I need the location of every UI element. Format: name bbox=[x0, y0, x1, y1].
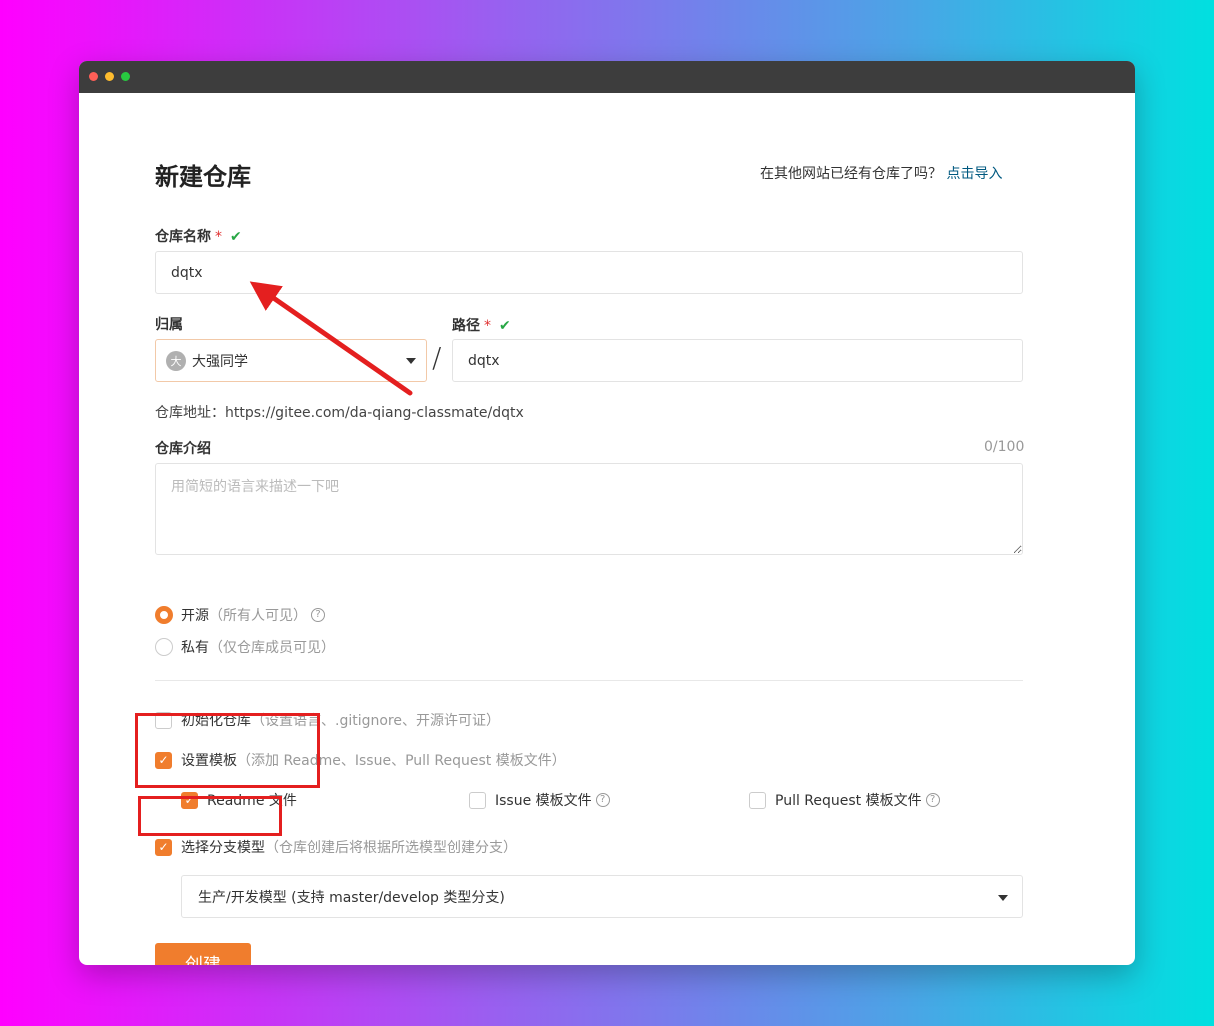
path-label: 路径 * ✔ bbox=[452, 315, 511, 335]
path-label-text: 路径 bbox=[452, 318, 480, 334]
branch-model-checkbox[interactable]: ✓ bbox=[155, 838, 172, 856]
public-label: 开源 bbox=[181, 608, 209, 624]
new-repo-form: 新建仓库 在其他网站已经有仓库了吗？ 点击导入 仓库名称*✔ 归属 大 大强同学… bbox=[79, 93, 1135, 965]
chevron-down-icon bbox=[406, 358, 416, 364]
required-mark: * bbox=[484, 318, 491, 334]
browser-window: 新建仓库 在其他网站已经有仓库了吗？ 点击导入 仓库名称*✔ 归属 大 大强同学… bbox=[79, 61, 1135, 965]
repo-name-label: 仓库名称 * ✔ bbox=[155, 226, 242, 246]
import-prompt-text: 在其他网站已经有仓库了吗？ bbox=[760, 166, 942, 182]
pr-template-checkbox[interactable] bbox=[749, 791, 766, 809]
import-prompt: 在其他网站已经有仓库了吗？ 点击导入 bbox=[760, 163, 1002, 183]
pr-template-option[interactable]: Pull Request 模板文件 ? bbox=[749, 790, 940, 810]
create-button[interactable]: 创建 bbox=[155, 943, 251, 965]
valid-check-icon: ✔ bbox=[499, 318, 511, 334]
annotation-highlight-box bbox=[138, 796, 282, 836]
description-counter: 0/100 bbox=[984, 439, 1025, 455]
branch-model-selected: 生产/开发模型 (支持 master/develop 类型分支) bbox=[198, 889, 505, 906]
private-note: （仅仓库成员可见） bbox=[209, 640, 335, 656]
owner-name: 大强同学 bbox=[192, 353, 248, 370]
annotation-highlight-box bbox=[135, 713, 320, 788]
branch-model-note: （仓库创建后将根据所选模型创建分支） bbox=[265, 840, 517, 856]
import-link[interactable]: 点击导入 bbox=[946, 166, 1002, 182]
private-radio[interactable] bbox=[155, 638, 173, 656]
issue-template-checkbox[interactable] bbox=[469, 791, 486, 809]
close-window-icon[interactable] bbox=[89, 72, 98, 81]
visibility-private-option[interactable]: 私有 （仅仓库成员可见） bbox=[155, 637, 335, 657]
path-separator: / bbox=[432, 341, 442, 374]
minimize-window-icon[interactable] bbox=[105, 72, 114, 81]
branch-model-label: 选择分支模型 bbox=[181, 840, 265, 856]
owner-select[interactable]: 大 大强同学 bbox=[155, 339, 427, 382]
divider bbox=[155, 680, 1023, 681]
window-titlebar bbox=[79, 61, 1135, 93]
private-label: 私有 bbox=[181, 640, 209, 656]
visibility-public-option[interactable]: 开源 （所有人可见） ? bbox=[155, 605, 325, 625]
description-textarea[interactable] bbox=[155, 463, 1023, 555]
help-icon[interactable]: ? bbox=[925, 793, 940, 807]
path-input[interactable] bbox=[452, 339, 1023, 382]
repo-name-label-text: 仓库名称 bbox=[155, 229, 211, 245]
avatar: 大 bbox=[166, 350, 186, 371]
public-radio[interactable] bbox=[155, 606, 173, 624]
page-title: 新建仓库 bbox=[155, 163, 251, 191]
public-note: （所有人可见） bbox=[209, 608, 307, 624]
owner-label: 归属 bbox=[155, 317, 183, 333]
required-mark: * bbox=[215, 229, 222, 245]
chevron-down-icon bbox=[998, 895, 1008, 901]
branch-model-select[interactable]: 生产/开发模型 (支持 master/develop 类型分支) bbox=[181, 875, 1023, 918]
issue-template-label: Issue 模板文件 bbox=[495, 793, 592, 809]
repo-name-input[interactable] bbox=[155, 251, 1023, 294]
description-label: 仓库介绍 bbox=[155, 441, 211, 457]
repo-address: 仓库地址：https://gitee.com/da-qiang-classmat… bbox=[155, 405, 524, 421]
help-icon[interactable]: ? bbox=[595, 793, 610, 807]
pr-template-label: Pull Request 模板文件 bbox=[775, 793, 922, 809]
help-icon[interactable]: ? bbox=[311, 608, 325, 622]
issue-template-option[interactable]: Issue 模板文件 ? bbox=[469, 790, 610, 810]
maximize-window-icon[interactable] bbox=[121, 72, 130, 81]
branch-model-option[interactable]: ✓ 选择分支模型 （仓库创建后将根据所选模型创建分支） bbox=[155, 837, 517, 857]
valid-check-icon: ✔ bbox=[230, 229, 242, 245]
